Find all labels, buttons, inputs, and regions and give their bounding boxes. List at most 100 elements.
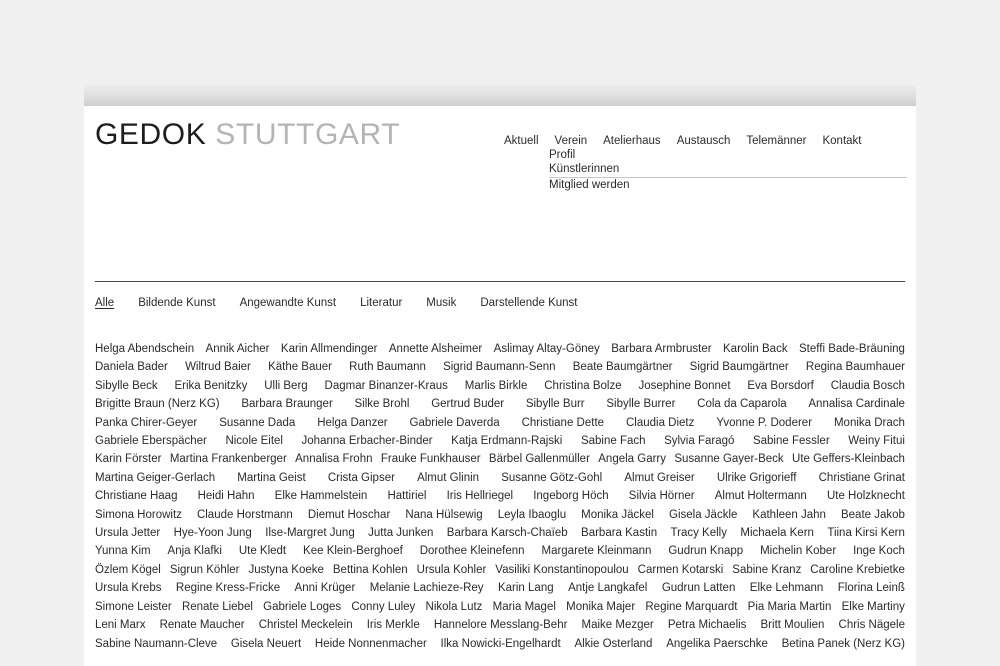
artist-link[interactable]: Cola da Caparola [697, 395, 787, 413]
artist-link[interactable]: Caroline Krebietke [810, 561, 905, 579]
artist-link[interactable]: Marlis Birkle [465, 377, 528, 395]
artist-link[interactable]: Susanne Gayer-Beck [674, 450, 783, 468]
nav-item-telemaenner[interactable]: Telemänner [746, 134, 806, 148]
nav-subitem-mitglied-werden[interactable]: Mitglied werden [549, 178, 916, 192]
nav-item-austausch[interactable]: Austausch [677, 134, 731, 148]
filter-darstellende-kunst[interactable]: Darstellende Kunst [480, 297, 577, 309]
artist-link[interactable]: Simona Horowitz [95, 506, 182, 524]
artist-link[interactable]: Hannelore Messlang-Behr [434, 616, 568, 634]
artist-link[interactable]: Annette Alsheimer [389, 340, 482, 358]
artist-link[interactable]: Sigrun Köhler [170, 561, 240, 579]
artist-link[interactable]: Claude Horstmann [197, 506, 293, 524]
artist-link[interactable]: Ursula Jetter [95, 524, 160, 542]
nav-item-kontakt[interactable]: Kontakt [822, 134, 861, 148]
filter-literatur[interactable]: Literatur [360, 297, 402, 309]
artist-link[interactable]: Silvia Hörner [629, 487, 695, 505]
artist-link[interactable]: Iris Merkle [367, 616, 420, 634]
artist-link[interactable]: Gabriele Daverda [410, 414, 500, 432]
artist-link[interactable]: Ilse-Margret Jung [265, 524, 354, 542]
artist-link[interactable]: Annalisa Cardinale [808, 395, 905, 413]
artist-link[interactable]: Käthe Bauer [268, 358, 332, 376]
artist-link[interactable]: Monika Majer [566, 598, 635, 616]
artist-link[interactable]: Christiane Dette [522, 414, 604, 432]
artist-link[interactable]: Sigrid Baumann-Senn [443, 358, 556, 376]
artist-link[interactable]: Claudia Bosch [831, 377, 905, 395]
artist-link[interactable]: Ursula Kohler [417, 561, 487, 579]
artist-link[interactable]: Martina Geist [237, 469, 305, 487]
artist-link[interactable]: Gudrun Latten [662, 579, 736, 597]
artist-link[interactable]: Erika Benitzky [175, 377, 248, 395]
artist-link[interactable]: Ute Holzknecht [827, 487, 905, 505]
artist-link[interactable]: Annalisa Frohn [295, 450, 372, 468]
artist-link[interactable]: Carmen Kotarski [638, 561, 724, 579]
artist-link[interactable]: Monika Drach [834, 414, 905, 432]
artist-link[interactable]: Susanne Götz-Gohl [501, 469, 602, 487]
artist-link[interactable]: Justyna Koeke [248, 561, 323, 579]
artist-link[interactable]: Ruth Baumann [349, 358, 426, 376]
artist-link[interactable]: Martina Geiger-Gerlach [95, 469, 215, 487]
artist-link[interactable]: Gisela Jäckle [669, 506, 737, 524]
artist-link[interactable]: Vasiliki Konstantinopoulou [495, 561, 628, 579]
artist-link[interactable]: Almut Greiser [624, 469, 694, 487]
artist-link[interactable]: Sibylle Beck [95, 377, 158, 395]
artist-link[interactable]: Helga Abendschein [95, 340, 194, 358]
nav-item-atelierhaus[interactable]: Atelierhaus [603, 134, 661, 148]
artist-link[interactable]: Wiltrud Baier [185, 358, 251, 376]
artist-link[interactable]: Almut Glinin [417, 469, 479, 487]
artist-link[interactable]: Helga Danzer [317, 414, 387, 432]
artist-link[interactable]: Josephine Bonnet [638, 377, 730, 395]
artist-link[interactable]: Renate Maucher [160, 616, 245, 634]
artist-link[interactable]: Sabine Kranz [732, 561, 801, 579]
artist-link[interactable]: Tiina Kirsi Kern [827, 524, 905, 542]
artist-link[interactable]: Kee Klein-Berghoef [303, 542, 403, 560]
artist-link[interactable]: Nicole Eitel [225, 432, 283, 450]
artist-link[interactable]: Anja Klafki [168, 542, 222, 560]
artist-link[interactable]: Inge Koch [853, 542, 905, 560]
artist-link[interactable]: Crista Gipser [328, 469, 395, 487]
artist-link[interactable]: Heidi Hahn [198, 487, 255, 505]
artist-link[interactable]: Pia Maria Martin [748, 598, 832, 616]
artist-link[interactable]: Angelika Paerschke [666, 635, 768, 653]
artist-link[interactable]: Beate Jakob [841, 506, 905, 524]
artist-link[interactable]: Annik Aicher [206, 340, 270, 358]
artist-link[interactable]: Elke Hammelstein [275, 487, 368, 505]
artist-link[interactable]: Özlem Kögel [95, 561, 161, 579]
artist-link[interactable]: Yunna Kim [95, 542, 151, 560]
artist-link[interactable]: Florina Leinß [838, 579, 905, 597]
artist-link[interactable]: Johanna Erbacher-Binder [302, 432, 433, 450]
artist-link[interactable]: Tracy Kelly [671, 524, 727, 542]
artist-link[interactable]: Gudrun Knapp [668, 542, 743, 560]
filter-angewandte-kunst[interactable]: Angewandte Kunst [240, 297, 337, 309]
artist-link[interactable]: Simone Leister [95, 598, 172, 616]
artist-link[interactable]: Gisela Neuert [231, 635, 301, 653]
artist-link[interactable]: Christina Bolze [544, 377, 621, 395]
artist-link[interactable]: Conny Luley [351, 598, 415, 616]
artist-link[interactable]: Nikola Lutz [426, 598, 483, 616]
artist-link[interactable]: Christiane Haag [95, 487, 177, 505]
artist-link[interactable]: Weiny Fitui [848, 432, 905, 450]
artist-link[interactable]: Sabine Fessler [753, 432, 830, 450]
artist-link[interactable]: Alkie Osterland [574, 635, 652, 653]
site-logo[interactable]: GEDOK STUTTGART [95, 120, 400, 150]
artist-link[interactable]: Heide Nonnenmacher [315, 635, 427, 653]
artist-link[interactable]: Hye-Yoon Jung [174, 524, 252, 542]
artist-link[interactable]: Brigitte Braun (Nerz KG) [95, 395, 220, 413]
artist-link[interactable]: Monika Jäckel [581, 506, 654, 524]
artist-link[interactable]: Gabriele Loges [263, 598, 341, 616]
artist-link[interactable]: Regine Kress-Fricke [176, 579, 280, 597]
artist-link[interactable]: Hattiriel [387, 487, 426, 505]
artist-link[interactable]: Regine Marquardt [645, 598, 737, 616]
filter-bildende-kunst[interactable]: Bildende Kunst [138, 297, 215, 309]
artist-link[interactable]: Regina Baumhauer [806, 358, 905, 376]
artist-link[interactable]: Katja Erdmann-Rajski [451, 432, 562, 450]
artist-link[interactable]: Christel Meckelein [259, 616, 353, 634]
artist-link[interactable]: Ursula Krebs [95, 579, 161, 597]
artist-link[interactable]: Yvonne P. Doderer [716, 414, 812, 432]
artist-link[interactable]: Beate Baumgärtner [573, 358, 673, 376]
artist-link[interactable]: Ilka Nowicki-Engelhardt [441, 635, 561, 653]
artist-link[interactable]: Britt Moulien [761, 616, 825, 634]
artist-link[interactable]: Karin Förster [95, 450, 161, 468]
artist-link[interactable]: Aslimay Altay-Göney [494, 340, 600, 358]
artist-link[interactable]: Ulrike Grigorieff [717, 469, 797, 487]
artist-link[interactable]: Bettina Kohlen [333, 561, 408, 579]
